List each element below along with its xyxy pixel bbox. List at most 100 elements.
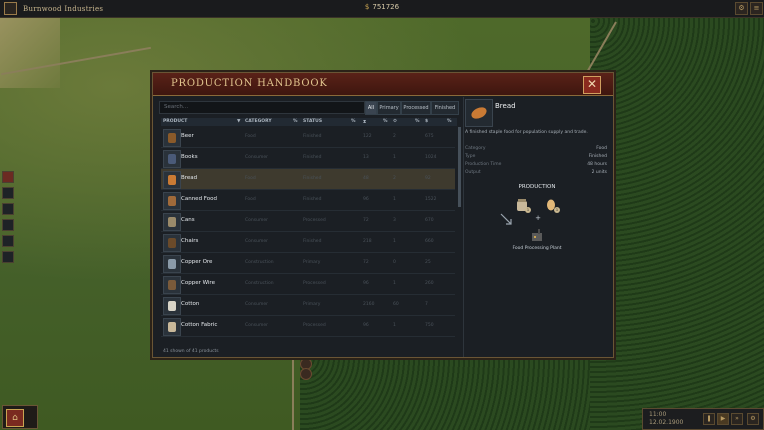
product-count: 41 shown of 41 products (163, 349, 219, 354)
production-plant-label[interactable]: Food Processing Plant (465, 246, 609, 251)
product-hours: 2160 (363, 302, 375, 307)
product-status: Finished (303, 176, 322, 181)
product-name: Copper Wire (181, 280, 215, 286)
attribute-row: Type Finished (465, 154, 607, 159)
play-button[interactable]: ▶ (717, 413, 729, 425)
sort-icon[interactable]: % (351, 119, 356, 124)
product-price: 660 (425, 239, 434, 244)
fast-forward-button[interactable]: » (731, 413, 743, 425)
terrain-sand (0, 18, 60, 88)
product-table: Beer Food Finished 122 2 675 Books Consumer Fini… (161, 127, 455, 345)
product-status: Finished (303, 239, 322, 244)
tool-button[interactable] (2, 187, 14, 199)
close-icon: ✕ (586, 77, 598, 91)
product-category: Consumer (245, 239, 268, 244)
left-toolbar (2, 171, 14, 267)
product-name: Beer (181, 133, 194, 139)
product-price: 750 (425, 323, 434, 328)
product-name: Cotton (181, 301, 200, 307)
gear-icon[interactable]: ⚙ (393, 119, 397, 124)
pause-button[interactable]: ❚ (703, 413, 715, 425)
hourglass-icon[interactable]: ⧗ (363, 119, 366, 125)
product-icon (163, 129, 181, 147)
product-icon (163, 192, 181, 210)
table-row[interactable]: Copper Wire Construction Processed 96 1 260 (161, 274, 455, 295)
product-status: Primary (303, 302, 321, 307)
attribute-key: Production Time (465, 162, 502, 167)
product-status: Processed (303, 281, 326, 286)
table-row[interactable]: Beer Food Finished 122 2 675 (161, 127, 455, 148)
tool-button[interactable] (2, 171, 14, 183)
forest-area (590, 18, 764, 430)
product-icon-shape (168, 259, 176, 269)
product-status: Finished (303, 155, 322, 160)
settings-button[interactable]: ⚙ (747, 413, 759, 425)
product-list-panel: Search... All Primary Processed Finished… (159, 99, 462, 355)
table-row[interactable]: Cotton Consumer Primary 2160 60 7 (161, 295, 455, 316)
product-price: 1522 (425, 197, 437, 202)
search-input[interactable]: Search... (159, 101, 365, 114)
product-name: Chairs (181, 238, 199, 244)
product-status: Primary (303, 260, 321, 265)
gear-icon[interactable]: ⚙ (735, 2, 748, 15)
attribute-key: Output (465, 170, 481, 175)
factory-icon[interactable] (530, 227, 544, 241)
map-marker[interactable] (300, 368, 312, 380)
table-row[interactable]: Cotton Fabric Consumer Processed 96 1 750 (161, 316, 455, 337)
sort-icon[interactable]: % (447, 119, 452, 124)
product-detail-panel: Bread A finished staple food for populat… (465, 99, 609, 353)
filter-primary[interactable]: Primary (377, 101, 401, 115)
clock-date: 12.02.1900 (649, 419, 684, 426)
sort-icon[interactable]: % (383, 119, 388, 124)
table-row[interactable]: Canned Food Food Finished 96 1 1522 (161, 190, 455, 211)
product-name: Canned Food (181, 196, 217, 202)
tool-button[interactable] (2, 235, 14, 247)
table-row[interactable]: Bread Food Finished 48 2 92 (161, 169, 455, 190)
product-icon-shape (168, 154, 176, 164)
product-icon (163, 234, 181, 252)
production-title: PRODUCTION (518, 184, 556, 190)
product-inputs: 60 (393, 302, 399, 307)
filter-finished[interactable]: Finished (431, 101, 459, 115)
tool-button[interactable] (2, 219, 14, 231)
product-price: 260 (425, 281, 434, 286)
clock-time: 11:00 (649, 411, 667, 418)
table-row[interactable]: Books Consumer Finished 13 1 1024 (161, 148, 455, 169)
product-hours: 96 (363, 197, 369, 202)
table-row[interactable]: Chairs Consumer Finished 218 1 660 (161, 232, 455, 253)
product-icon (163, 318, 181, 336)
table-row[interactable]: Cans Consumer Processed 72 3 670 (161, 211, 455, 232)
product-icon-shape (168, 196, 176, 206)
input-ingredient-flour[interactable]: 1 (515, 197, 531, 213)
main-menu-button[interactable]: ⌂ (2, 405, 38, 429)
money-display: $751726 (0, 3, 764, 11)
product-hours: 72 (363, 260, 369, 265)
product-icon (163, 213, 181, 231)
product-name: Cans (181, 217, 195, 223)
filter-all[interactable]: All (365, 101, 377, 115)
forest-area-south (300, 355, 590, 430)
column-status[interactable]: STATUS (303, 119, 322, 124)
input-ingredient-egg[interactable]: 1 (544, 197, 560, 213)
product-category: Food (245, 197, 256, 202)
table-row[interactable]: Copper Ore Construction Primary 72 0 25 (161, 253, 455, 274)
coin-icon[interactable]: $ (425, 119, 428, 124)
product-category: Consumer (245, 218, 268, 223)
product-icon-shape (168, 133, 176, 143)
tool-button[interactable] (2, 203, 14, 215)
attribute-row: Output 2 units (465, 170, 607, 175)
sort-icon[interactable]: % (293, 119, 298, 124)
filter-processed[interactable]: Processed (401, 101, 431, 115)
product-inputs: 2 (393, 134, 396, 139)
tool-button[interactable] (2, 251, 14, 263)
product-price: 670 (425, 218, 434, 223)
close-button[interactable]: ✕ (583, 76, 601, 94)
quantity-badge: 1 (525, 207, 531, 213)
menu-icon[interactable]: ≡ (750, 2, 763, 15)
product-name: Copper Ore (181, 259, 213, 265)
sort-icon[interactable]: % (415, 119, 420, 124)
column-product[interactable]: PRODUCT (163, 119, 187, 124)
scrollbar[interactable] (458, 127, 461, 207)
column-category[interactable]: CATEGORY (245, 119, 272, 124)
sort-icon[interactable]: ▼ (237, 119, 240, 124)
